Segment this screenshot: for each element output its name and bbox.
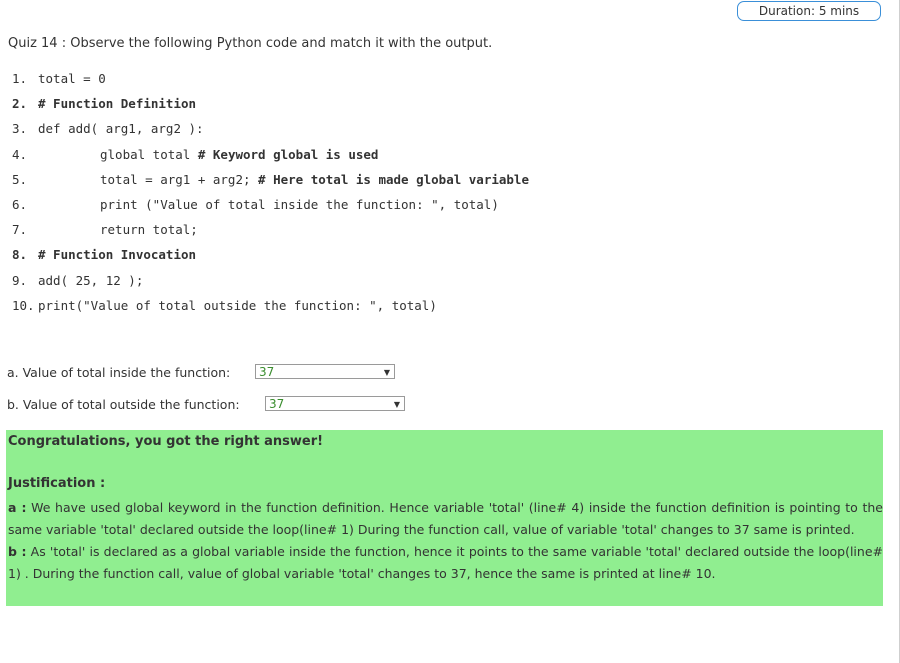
code-text: def add( arg1, arg2 ): bbox=[38, 121, 204, 137]
justification-text: a : We have used global keyword in the f… bbox=[8, 497, 883, 585]
code-fragment: total = arg1 + arg2; bbox=[100, 171, 259, 187]
code-text: add( 25, 12 ); bbox=[38, 272, 144, 288]
code-text: print ("Value of total inside the functi… bbox=[100, 196, 499, 212]
code-line: 9. add( 25, 12 ); bbox=[12, 268, 572, 293]
line-number: 4. bbox=[12, 146, 28, 162]
line-number: 3. bbox=[12, 121, 28, 137]
code-line: 4. global total # Keyword global is used bbox=[12, 142, 572, 167]
code-line: 5. total = arg1 + arg2; # Here total is … bbox=[12, 167, 572, 192]
code-block: 1. total = 0 2. # Function Definition 3.… bbox=[12, 66, 572, 318]
code-line: 7. return total; bbox=[12, 217, 572, 242]
duration-badge: Duration: 5 mins bbox=[737, 1, 881, 21]
code-line: 1. total = 0 bbox=[12, 66, 572, 91]
code-text: total = arg1 + arg2; # Here total is mad… bbox=[100, 167, 529, 192]
line-number: 9. bbox=[12, 272, 28, 288]
line-number: 5. bbox=[12, 171, 28, 187]
code-text: return total; bbox=[100, 222, 198, 238]
justification-b-body: As 'total' is declared as a global varia… bbox=[8, 544, 883, 581]
justification-b-key: b : bbox=[8, 544, 27, 559]
line-number: 8. bbox=[12, 247, 28, 263]
code-line: 8. # Function Invocation bbox=[12, 242, 572, 267]
question-a-label: a. Value of total inside the function: bbox=[7, 365, 231, 380]
line-number: 7. bbox=[12, 222, 28, 238]
code-text: total = 0 bbox=[38, 71, 106, 86]
question-b-label: b. Value of total outside the function: bbox=[7, 397, 240, 412]
justification-b: b : As 'total' is declared as a global v… bbox=[8, 541, 883, 585]
answer-a-value: 37 bbox=[259, 365, 275, 379]
answer-b-value: 37 bbox=[269, 397, 285, 411]
result-message: Congratulations, you got the right answe… bbox=[8, 434, 324, 449]
justification-title: Justification : bbox=[8, 476, 106, 491]
code-text: global total # Keyword global is used bbox=[100, 142, 378, 167]
dropdown-arrow-icon: ▼ bbox=[393, 400, 400, 409]
code-comment: # Here total is made global variable bbox=[258, 171, 529, 187]
answer-b-select[interactable]: 37 ▼ bbox=[265, 396, 405, 411]
line-number: 2. bbox=[12, 96, 28, 112]
code-text: # Function Invocation bbox=[38, 247, 197, 263]
justification-a: a : We have used global keyword in the f… bbox=[8, 497, 883, 541]
code-line: 10. print("Value of total outside the fu… bbox=[12, 293, 572, 318]
code-comment: # Keyword global is used bbox=[197, 146, 379, 162]
code-text: # Function Definition bbox=[38, 96, 197, 112]
code-line: 2. # Function Definition bbox=[12, 91, 572, 116]
code-text: print("Value of total outside the functi… bbox=[38, 297, 437, 313]
answer-a-select[interactable]: 37 ▼ bbox=[255, 364, 395, 379]
justification-a-key: a : bbox=[8, 500, 27, 515]
line-number: 1. bbox=[12, 71, 28, 86]
line-number: 6. bbox=[12, 196, 28, 212]
code-line: 3. def add( arg1, arg2 ): bbox=[12, 116, 572, 141]
quiz-title: Quiz 14 : Observe the following Python c… bbox=[8, 36, 493, 51]
feedback-panel: Congratulations, you got the right answe… bbox=[6, 430, 883, 606]
justification-a-body: We have used global keyword in the funct… bbox=[8, 500, 883, 537]
dropdown-arrow-icon: ▼ bbox=[383, 368, 390, 377]
line-number: 10. bbox=[12, 297, 35, 313]
code-line: 6. print ("Value of total inside the fun… bbox=[12, 192, 572, 217]
code-fragment: global total bbox=[100, 146, 198, 162]
